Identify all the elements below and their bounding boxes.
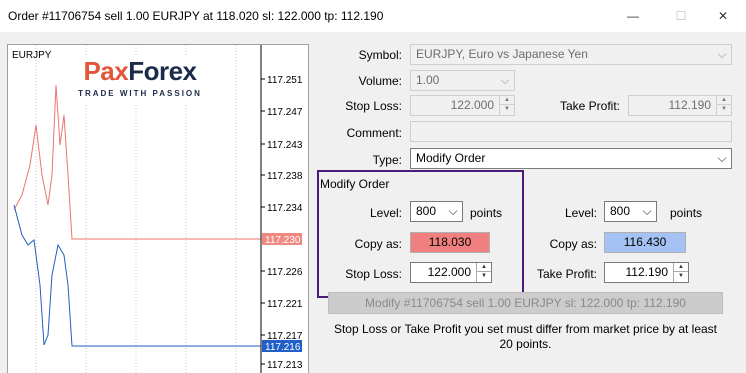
stop-loss-spinner: ▲ ▼ — [499, 96, 514, 115]
comment-field — [410, 121, 732, 142]
symbol-select: EURJPY, Euro vs Japanese Yen ⌵ — [410, 44, 732, 65]
sl-level-label: Level: — [369, 206, 402, 220]
tick-label: 117.243 — [267, 140, 303, 151]
spin-down-icon: ▼ — [504, 106, 510, 112]
volume-value: 1.00 — [416, 73, 440, 87]
chevron-down-icon: ⌵ — [448, 204, 458, 218]
title-bar: Order #11706754 sell 1.00 EURJPY at 118.… — [0, 0, 746, 32]
stop-loss-value: 122.000 — [450, 98, 494, 112]
chevron-down-icon: ⌵ — [500, 73, 510, 87]
sl-copy-label: Copy as: — [354, 237, 402, 251]
take-profit-spinner: ▲ ▼ — [716, 96, 731, 115]
sl-stop-loss-field[interactable]: 122.000 ▲ ▼ — [410, 262, 492, 283]
tp-level-value: 800 — [610, 204, 631, 218]
sl-stop-loss-label: Stop Loss: — [345, 267, 402, 281]
maximize-button: ☐ — [658, 0, 704, 32]
logo-pax: Pax — [83, 56, 129, 86]
chevron-down-icon: ⌵ — [717, 151, 727, 165]
minimize-icon: — — [627, 9, 639, 23]
tick-label: 117.238 — [267, 171, 303, 182]
chevron-down-icon: ⌵ — [642, 204, 652, 218]
sl-stop-loss-spinner[interactable]: ▲ ▼ — [476, 263, 491, 282]
sl-copy-button[interactable]: 118.030 — [410, 232, 490, 253]
tick-label: 117.213 — [267, 360, 303, 371]
tick-label: 117.247 — [267, 107, 303, 118]
chevron-down-icon: ⌵ — [717, 47, 727, 61]
tick-label: 117.221 — [267, 299, 303, 310]
min-distance-note: Stop Loss or Take Profit you set must di… — [333, 322, 718, 351]
spin-down-icon[interactable]: ▼ — [477, 272, 491, 281]
type-select[interactable]: Modify Order ⌵ — [410, 148, 732, 169]
ask-price-line — [13, 204, 261, 347]
tick-chart: 117.251 117.247 117.243 117.238 117.234 117.2… — [7, 44, 309, 373]
ask-price-tag-label: 117.216 — [265, 342, 301, 353]
comment-label: Comment: — [346, 126, 402, 140]
modify-order-title: Modify Order — [320, 177, 390, 191]
symbol-label: Symbol: — [358, 48, 402, 62]
tp-take-profit-field[interactable]: 112.190 ▲ ▼ — [604, 262, 689, 283]
take-profit-field: 112.190 ▲ ▼ — [628, 95, 732, 116]
close-button[interactable]: ✕ — [700, 0, 746, 32]
close-icon: ✕ — [717, 9, 729, 23]
sl-level-value: 800 — [416, 204, 437, 218]
modify-order-button: Modify #11706754 sell 1.00 EURJPY sl: 12… — [328, 292, 723, 314]
bid-price-line — [13, 84, 261, 240]
minimize-button[interactable]: — — [610, 0, 656, 32]
tp-points-label: points — [670, 206, 703, 220]
maximize-icon: ☐ — [675, 9, 687, 23]
stop-loss-field: 122.000 ▲ ▼ — [410, 95, 515, 116]
volume-select: 1.00 ⌵ — [410, 70, 515, 91]
take-profit-label: Take Profit: — [559, 99, 620, 113]
volume-label: Volume: — [358, 74, 402, 88]
tp-take-profit-value: 112.190 — [625, 265, 669, 279]
take-profit-value: 112.190 — [668, 98, 712, 112]
sl-level-select[interactable]: 800 ⌵ — [410, 201, 463, 222]
tp-copy-label: Copy as: — [549, 237, 597, 251]
tick-label: 117.251 — [267, 75, 303, 86]
tp-take-profit-label: Take Profit: — [536, 267, 597, 281]
logo-tagline: TRADE WITH PASSION — [78, 89, 202, 98]
sl-stop-loss-value: 122.000 — [427, 265, 471, 279]
tp-take-profit-spinner[interactable]: ▲ ▼ — [673, 263, 688, 282]
tp-level-select[interactable]: 800 ⌵ — [604, 201, 657, 222]
tp-copy-button[interactable]: 116.430 — [604, 232, 686, 253]
price-axis-ticks: 117.251 117.247 117.243 117.238 117.234 117.2… — [261, 75, 303, 371]
bid-price-tag-label: 117.230 — [265, 235, 301, 246]
tp-level-label: Level: — [564, 206, 597, 220]
symbol-value: EURJPY, Euro vs Japanese Yen — [416, 47, 588, 61]
order-dialog: Order #11706754 sell 1.00 EURJPY at 118.… — [0, 0, 746, 373]
type-value: Modify Order — [416, 151, 486, 165]
spin-down-icon: ▼ — [721, 106, 727, 112]
chart-symbol-label: EURJPY — [12, 50, 52, 61]
spin-down-icon[interactable]: ▼ — [674, 272, 688, 281]
sl-points-label: points — [470, 206, 503, 220]
tick-label: 117.234 — [267, 203, 303, 214]
type-label: Type: — [372, 153, 402, 167]
logo-forex: Forex — [128, 56, 197, 86]
logo-wordmark: PaxForex — [65, 55, 215, 87]
tick-label: 117.226 — [267, 267, 303, 278]
stop-loss-label: Stop Loss: — [345, 99, 402, 113]
window-title: Order #11706754 sell 1.00 EURJPY at 118.… — [8, 9, 384, 23]
paxforex-logo: PaxForex TRADE WITH PASSION — [65, 55, 215, 105]
